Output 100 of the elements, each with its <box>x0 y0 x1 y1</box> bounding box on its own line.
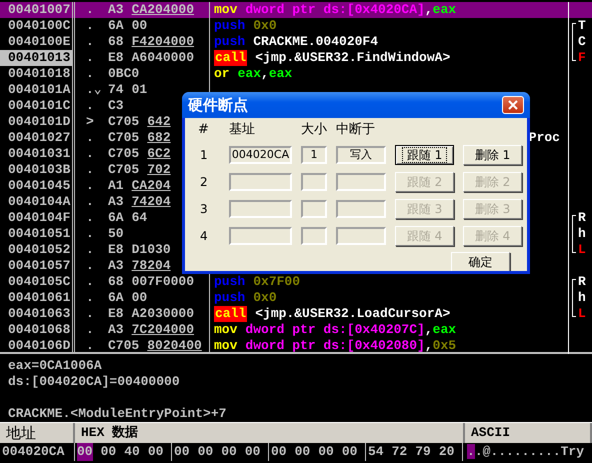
opcode-text: 74 <box>108 82 124 97</box>
close-icon <box>508 100 518 110</box>
jump-marker: . <box>86 98 95 114</box>
hex-operand: CA204 <box>132 178 171 193</box>
hex-operand: CA204000 <box>132 2 194 17</box>
address-text: 0040104A <box>8 194 70 210</box>
hex-operand: 00 <box>132 290 148 305</box>
jump-marker: . <box>86 322 95 338</box>
address-text: 00401061 <box>8 290 70 306</box>
address-text: 00401057 <box>8 258 70 274</box>
opcode-text: C705 <box>108 162 140 177</box>
break-type-field[interactable] <box>336 173 386 191</box>
opcode-text: E8 <box>108 242 124 257</box>
break-type-field[interactable] <box>336 200 386 218</box>
ok-button[interactable]: 确定 <box>451 252 510 271</box>
close-button[interactable] <box>502 96 524 114</box>
jump-marker: . <box>86 2 95 18</box>
jump-marker: . <box>86 50 95 66</box>
address-text: 00401051 <box>8 226 70 242</box>
column-header[interactable]: 地址 <box>0 423 75 443</box>
hex-byte: 00 <box>100 443 116 461</box>
ascii-text: . <box>467 444 475 459</box>
hex-byte: 00 <box>221 443 237 461</box>
address-text: 0040101A <box>8 82 70 98</box>
immediate-operand: 0x7F00 <box>253 274 300 290</box>
column-header: # <box>198 122 210 138</box>
hex-operand: 6C2 <box>147 146 171 161</box>
hex-operand: 007F0000 <box>132 274 194 289</box>
comment-text: h <box>578 226 586 242</box>
break-type-field[interactable]: 写入 <box>336 146 386 164</box>
operand-separator: , <box>261 66 269 82</box>
break-type-field[interactable] <box>336 227 386 245</box>
immediate-operand: 0x5 <box>432 338 456 354</box>
opcode-text: E8 <box>108 50 124 65</box>
jump-marker: . <box>86 290 95 306</box>
symbol-operand: <jmp.&USER32.FindWindowA> <box>255 50 450 66</box>
address-text: 00401013 <box>0 50 74 66</box>
comment-text: R <box>578 274 586 290</box>
column-header: 中断于 <box>336 122 376 138</box>
delete-button[interactable]: 删除 1 <box>463 145 522 165</box>
opcode-text: A3 <box>108 2 124 17</box>
hex-operand: 01 <box>132 82 148 97</box>
address-text: 00401027 <box>8 130 70 146</box>
comment-text: L <box>578 242 586 258</box>
hex-byte: 72 <box>392 443 408 461</box>
mnemonic: or <box>214 66 230 82</box>
address-field[interactable] <box>229 173 292 191</box>
comment-text: T <box>578 18 586 34</box>
register-operand: eax <box>268 66 292 82</box>
hex-byte: 00 <box>77 443 93 461</box>
size-field[interactable] <box>301 227 327 245</box>
jump-marker: . <box>86 130 95 146</box>
hex-operand: 64 <box>132 210 148 225</box>
address-text: 00401018 <box>8 66 70 82</box>
info-text: CRACKME.<ModuleEntryPoint>+7 <box>8 406 226 422</box>
address-text: 0040100C <box>8 18 70 34</box>
hex-byte: 00 <box>318 443 334 461</box>
hex-byte: 00 <box>244 443 260 461</box>
mnemonic: push <box>214 274 246 290</box>
jump-marker: . <box>86 18 95 34</box>
jump-marker: . <box>86 306 95 322</box>
address-field[interactable] <box>229 200 292 218</box>
window-title: 硬件断点 <box>188 96 248 114</box>
size-field[interactable] <box>301 200 327 218</box>
info-text: ds:[004020CA]=00400000 <box>8 374 180 390</box>
hex-operand: 7C204000 <box>132 322 194 337</box>
comment-text: R <box>578 210 586 226</box>
symbol-operand: CRACKME.004020F4 <box>253 34 378 50</box>
address-field[interactable] <box>229 227 292 245</box>
hex-operand: 702 <box>147 162 171 177</box>
mnemonic: push <box>214 18 246 34</box>
size-field[interactable]: 1 <box>301 146 327 164</box>
hex-byte: 54 <box>368 443 384 461</box>
address-text: 0040105C <box>8 274 70 290</box>
hex-byte: 00 <box>294 443 310 461</box>
column-header: 大小 <box>301 122 327 138</box>
address-text: 0040106D <box>8 338 70 354</box>
comment-text: h <box>578 290 586 306</box>
jump-marker: . <box>86 274 95 290</box>
memory-operand: dword ptr ds:[0x4020CA] <box>245 2 425 18</box>
operand-separator: , <box>424 2 433 18</box>
mnemonic: mov <box>214 2 238 18</box>
hex-byte: 20 <box>438 443 454 461</box>
address-text: 004020CA <box>0 443 75 461</box>
address-text: 00401063 <box>8 306 70 322</box>
hex-byte: 00 <box>198 443 214 461</box>
instruction-text: Proc <box>528 130 560 146</box>
hex-byte: 00 <box>271 443 287 461</box>
address-text: 00401031 <box>8 146 70 162</box>
size-field[interactable] <box>301 173 327 191</box>
row-number: 1 <box>199 148 209 162</box>
opcode-text: C3 <box>108 98 124 113</box>
follow-button[interactable]: 跟随 1 <box>395 145 454 165</box>
opcode-text: 68 <box>108 274 124 289</box>
hex-byte: 00 <box>174 443 190 461</box>
opcode-text: A3 <box>108 258 124 273</box>
hex-operand: 00 <box>132 18 148 33</box>
address-field[interactable]: 004020CA <box>229 146 292 164</box>
immediate-operand: 0x0 <box>253 290 277 306</box>
symbol-operand: <jmp.&USER32.LoadCursorA> <box>255 306 450 322</box>
